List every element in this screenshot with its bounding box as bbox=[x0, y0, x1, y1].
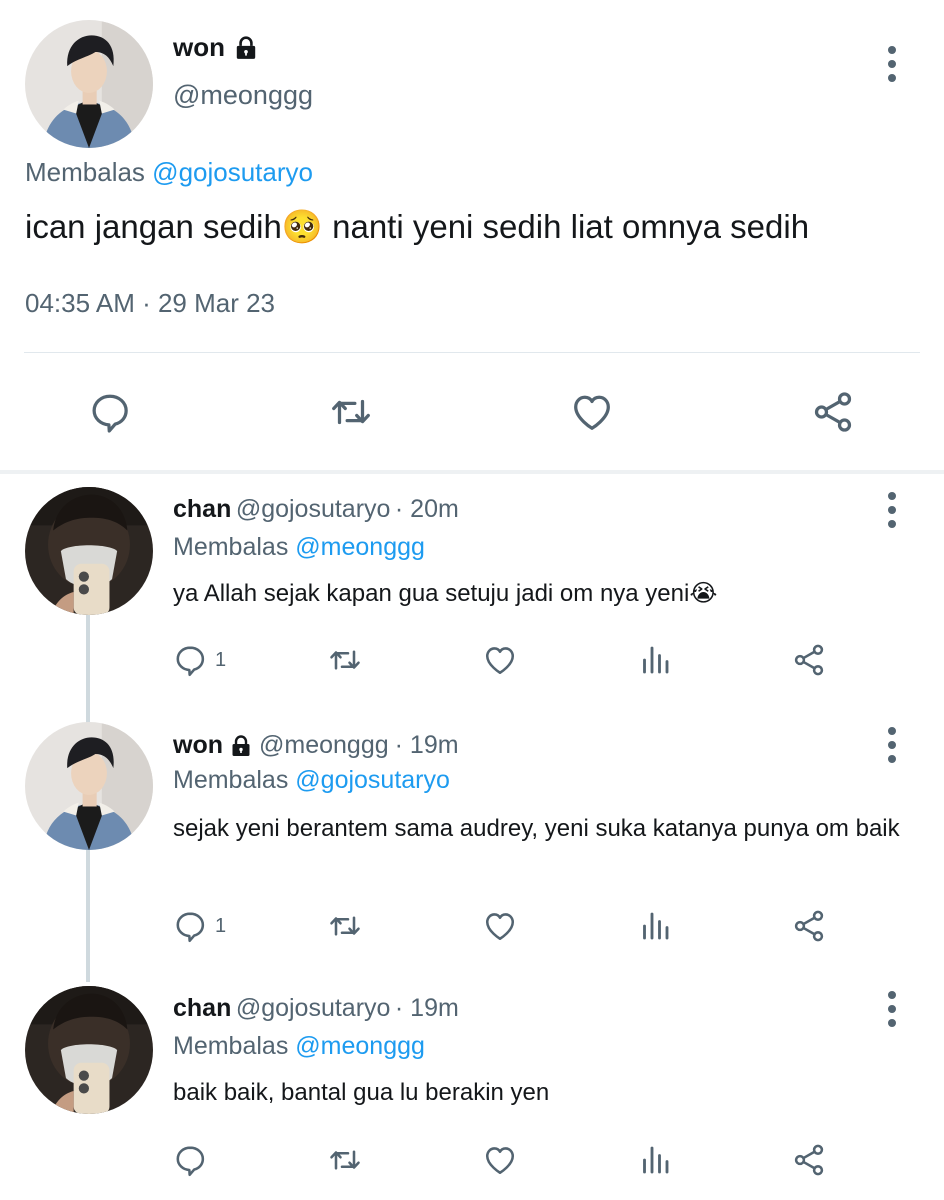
avatar[interactable] bbox=[25, 487, 153, 615]
thread-line bbox=[86, 615, 90, 723]
author-name[interactable]: chan bbox=[173, 495, 231, 523]
author-handle[interactable]: @meonggg bbox=[259, 731, 389, 760]
reply-context: Membalas @meonggg bbox=[173, 533, 425, 562]
share-button[interactable] bbox=[791, 642, 827, 678]
like-button[interactable] bbox=[482, 908, 518, 944]
author-name[interactable]: won bbox=[173, 731, 223, 760]
author-name[interactable]: won bbox=[173, 32, 225, 63]
reply-to-link[interactable]: @meonggg bbox=[295, 1032, 425, 1060]
reply-text: ya Allah sejak kapan gua setuju jadi om … bbox=[173, 580, 718, 607]
bar-chart-icon bbox=[637, 642, 673, 678]
reply-text: sejak yeni berantem sama audrey, yeni su… bbox=[173, 815, 900, 842]
share-icon bbox=[810, 389, 856, 435]
author-handle[interactable]: @meonggg bbox=[173, 80, 313, 111]
retweet-icon bbox=[328, 389, 374, 435]
retweet-icon bbox=[327, 642, 363, 678]
heart-icon bbox=[482, 908, 518, 944]
speech-bubble-icon bbox=[173, 908, 209, 944]
share-icon bbox=[791, 1142, 827, 1178]
retweet-icon bbox=[327, 908, 363, 944]
more-options-button[interactable] bbox=[886, 44, 898, 84]
retweet-icon bbox=[327, 1142, 363, 1178]
reply-button[interactable]: 1 bbox=[173, 642, 226, 678]
divider bbox=[24, 352, 920, 353]
section-divider bbox=[0, 470, 944, 474]
bar-chart-icon bbox=[637, 908, 673, 944]
reply-prefix: Membalas bbox=[173, 1032, 289, 1060]
author-name[interactable]: chan bbox=[173, 994, 231, 1022]
bar-chart-icon bbox=[637, 1142, 673, 1178]
retweet-button[interactable] bbox=[327, 908, 363, 944]
reply-text: baik baik, bantal gua lu berakin yen bbox=[173, 1079, 550, 1106]
reply-context: Membalas @gojosutaryo bbox=[173, 766, 450, 795]
speech-bubble-icon bbox=[173, 1142, 209, 1178]
retweet-button[interactable] bbox=[327, 642, 363, 678]
reply-count: 1 bbox=[215, 914, 227, 937]
avatar[interactable] bbox=[25, 20, 153, 148]
speech-bubble-icon bbox=[173, 642, 209, 678]
reply-to-link[interactable]: @gojosutaryo bbox=[295, 766, 450, 794]
more-options-button[interactable] bbox=[886, 725, 898, 765]
share-button[interactable] bbox=[791, 908, 827, 944]
reply-prefix: Membalas bbox=[173, 766, 289, 794]
reply-header: chan @gojosutaryo · 20m bbox=[173, 495, 459, 524]
share-icon bbox=[791, 908, 827, 944]
speech-bubble-icon bbox=[88, 389, 134, 435]
heart-icon bbox=[482, 1142, 518, 1178]
views-button[interactable] bbox=[637, 642, 673, 678]
more-options-button[interactable] bbox=[886, 490, 898, 530]
tweet-timestamp[interactable]: 04:35 AM · 29 Mar 23 bbox=[25, 288, 275, 319]
share-button[interactable] bbox=[791, 1142, 827, 1178]
author-name-row: won bbox=[173, 32, 259, 63]
reply-context: Membalas @meonggg bbox=[173, 1032, 425, 1061]
avatar[interactable] bbox=[25, 986, 153, 1114]
reply-header: won @meonggg · 19m bbox=[173, 731, 459, 760]
like-button[interactable] bbox=[482, 1142, 518, 1178]
reply-time[interactable]: · 19m bbox=[395, 731, 459, 760]
tweet-text: ican jangan sedih🥺 nanti yeni sedih liat… bbox=[25, 208, 810, 245]
reply-time[interactable]: · 20m bbox=[395, 495, 459, 523]
reply-to-link[interactable]: @meonggg bbox=[295, 533, 425, 561]
more-options-button[interactable] bbox=[886, 989, 898, 1029]
reply-button[interactable]: 1 bbox=[173, 908, 226, 944]
like-button[interactable] bbox=[569, 389, 615, 435]
reply-count: 1 bbox=[215, 648, 227, 671]
reply-to-link[interactable]: @gojosutaryo bbox=[152, 157, 313, 187]
heart-icon bbox=[569, 389, 615, 435]
author-handle[interactable]: @gojosutaryo bbox=[236, 994, 391, 1022]
retweet-button[interactable] bbox=[328, 389, 374, 435]
avatar[interactable] bbox=[25, 722, 153, 850]
share-icon bbox=[791, 642, 827, 678]
author-handle[interactable]: @gojosutaryo bbox=[236, 495, 391, 523]
reply-time[interactable]: · 19m bbox=[395, 994, 459, 1022]
reply-context: Membalas @gojosutaryo bbox=[25, 157, 313, 188]
reply-header: chan @gojosutaryo · 19m bbox=[173, 994, 459, 1023]
reply-prefix: Membalas bbox=[25, 157, 145, 187]
like-button[interactable] bbox=[482, 642, 518, 678]
share-button[interactable] bbox=[810, 389, 856, 435]
retweet-button[interactable] bbox=[327, 1142, 363, 1178]
padlock-icon bbox=[233, 35, 259, 61]
heart-icon bbox=[482, 642, 518, 678]
reply-button[interactable] bbox=[173, 1142, 215, 1178]
thread-line bbox=[86, 850, 90, 982]
reply-prefix: Membalas bbox=[173, 533, 289, 561]
reply-button[interactable] bbox=[88, 389, 134, 435]
views-button[interactable] bbox=[637, 908, 673, 944]
views-button[interactable] bbox=[637, 1142, 673, 1178]
padlock-icon bbox=[229, 734, 253, 758]
